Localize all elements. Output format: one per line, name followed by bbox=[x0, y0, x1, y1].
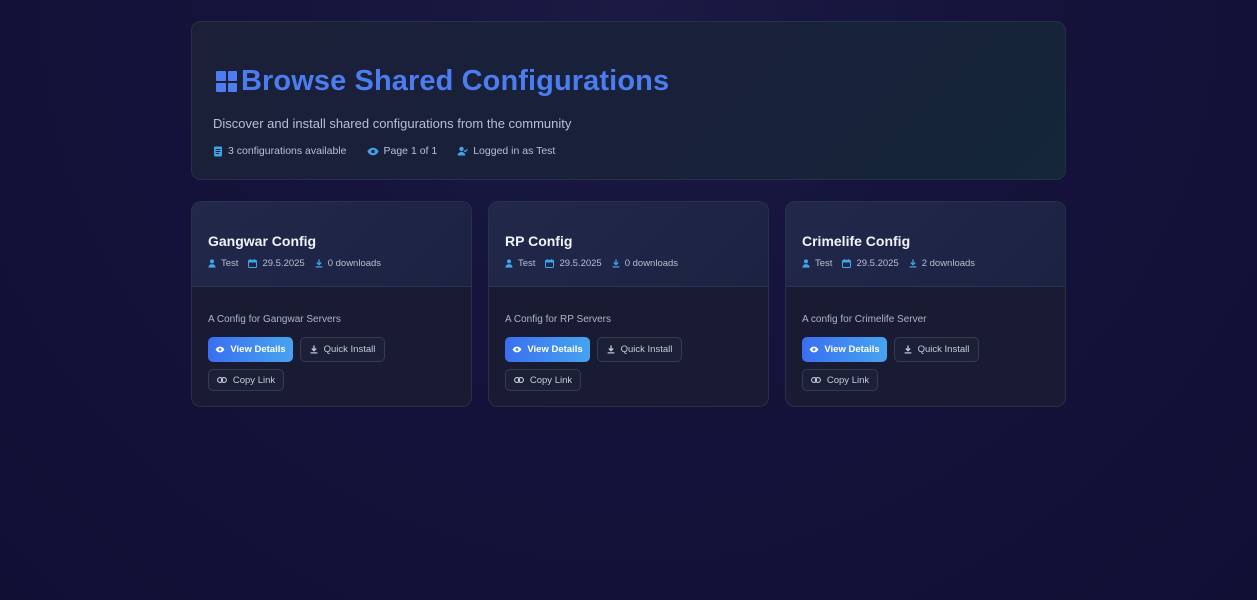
card-date: 29.5.2025 bbox=[842, 258, 899, 269]
card-downloads: 0 downloads bbox=[315, 258, 381, 269]
copy-link-button[interactable]: Copy Link bbox=[208, 369, 284, 391]
card-description: A Config for RP Servers bbox=[505, 314, 611, 325]
card-author-text: Test bbox=[221, 258, 239, 269]
card-date: 29.5.2025 bbox=[545, 258, 602, 269]
card-header: Gangwar Config Test 29.5.2025 0 download… bbox=[192, 202, 471, 287]
grid-icon bbox=[216, 71, 237, 92]
card-meta: Test 29.5.2025 0 downloads bbox=[505, 258, 678, 269]
copy-link-label: Copy Link bbox=[232, 374, 276, 386]
view-details-label: View Details bbox=[230, 344, 286, 355]
card-description: A config for Crimelife Server bbox=[802, 314, 927, 325]
view-details-button[interactable]: View Details bbox=[208, 337, 293, 362]
config-card: RP Config Test 29.5.2025 0 downloads A C… bbox=[488, 201, 769, 407]
card-header: Crimelife Config Test 29.5.2025 2 downlo… bbox=[786, 202, 1065, 287]
logged-in-user: Logged in as Test bbox=[457, 145, 555, 157]
quick-install-button[interactable]: Quick Install bbox=[894, 337, 979, 362]
calendar-icon bbox=[248, 259, 258, 268]
page-indicator: Page 1 of 1 bbox=[366, 145, 438, 157]
view-details-button[interactable]: View Details bbox=[505, 337, 590, 362]
card-meta: Test 29.5.2025 0 downloads bbox=[208, 258, 381, 269]
page-header: Browse Shared Configurations Discover an… bbox=[191, 21, 1066, 180]
config-count-text: 3 configurations available bbox=[228, 145, 347, 157]
header-meta: 3 configurations available Page 1 of 1 L… bbox=[213, 145, 555, 157]
page-title: Browse Shared Configurations bbox=[241, 65, 670, 97]
copy-link-button[interactable]: Copy Link bbox=[505, 369, 581, 391]
card-author-text: Test bbox=[518, 258, 536, 269]
page-title-row: Browse Shared Configurations bbox=[216, 65, 669, 98]
eye-icon bbox=[366, 147, 379, 156]
quick-install-button[interactable]: Quick Install bbox=[300, 337, 385, 362]
quick-install-button[interactable]: Quick Install bbox=[597, 337, 682, 362]
card-downloads: 0 downloads bbox=[612, 258, 678, 269]
page-indicator-text: Page 1 of 1 bbox=[383, 145, 438, 157]
download-icon bbox=[607, 345, 615, 354]
eye-icon bbox=[809, 346, 819, 353]
card-title[interactable]: Crimelife Config bbox=[802, 233, 910, 249]
config-card: Gangwar Config Test 29.5.2025 0 download… bbox=[191, 201, 472, 407]
document-icon bbox=[213, 146, 223, 157]
download-icon bbox=[612, 259, 620, 268]
card-title[interactable]: RP Config bbox=[505, 233, 572, 249]
download-icon bbox=[909, 259, 917, 268]
eye-icon bbox=[512, 346, 522, 353]
eye-icon bbox=[215, 346, 225, 353]
card-date-text: 29.5.2025 bbox=[262, 258, 305, 269]
user-check-icon bbox=[457, 146, 469, 156]
card-author: Test bbox=[505, 258, 535, 269]
user-icon bbox=[208, 259, 216, 268]
card-header: RP Config Test 29.5.2025 0 downloads bbox=[489, 202, 768, 287]
quick-install-label: Quick Install bbox=[620, 344, 673, 355]
calendar-icon bbox=[842, 259, 852, 268]
view-details-label: View Details bbox=[824, 344, 880, 355]
card-downloads-text: 0 downloads bbox=[327, 258, 382, 269]
card-author-text: Test bbox=[815, 258, 833, 269]
card-description: A Config for Gangwar Servers bbox=[208, 314, 341, 325]
link-icon bbox=[513, 377, 524, 383]
card-date: 29.5.2025 bbox=[248, 258, 305, 269]
card-body: A Config for Gangwar Servers View Detail… bbox=[192, 287, 471, 406]
user-icon bbox=[505, 259, 513, 268]
calendar-icon bbox=[545, 259, 555, 268]
card-body: A config for Crimelife Server View Detai… bbox=[786, 287, 1065, 406]
user-icon bbox=[802, 259, 810, 268]
card-title[interactable]: Gangwar Config bbox=[208, 233, 316, 249]
link-icon bbox=[216, 377, 227, 383]
view-details-label: View Details bbox=[527, 344, 583, 355]
logged-in-user-text: Logged in as Test bbox=[473, 145, 556, 157]
card-author: Test bbox=[802, 258, 832, 269]
config-card: Crimelife Config Test 29.5.2025 2 downlo… bbox=[785, 201, 1066, 407]
copy-link-button[interactable]: Copy Link bbox=[802, 369, 878, 391]
copy-link-label: Copy Link bbox=[529, 374, 573, 386]
card-downloads-text: 0 downloads bbox=[624, 258, 679, 269]
download-icon bbox=[310, 345, 318, 354]
card-downloads-text: 2 downloads bbox=[921, 258, 976, 269]
link-icon bbox=[810, 377, 821, 383]
card-date-text: 29.5.2025 bbox=[856, 258, 899, 269]
view-details-button[interactable]: View Details bbox=[802, 337, 887, 362]
card-downloads: 2 downloads bbox=[909, 258, 975, 269]
quick-install-label: Quick Install bbox=[917, 344, 970, 355]
download-icon bbox=[904, 345, 912, 354]
card-meta: Test 29.5.2025 2 downloads bbox=[802, 258, 975, 269]
quick-install-label: Quick Install bbox=[323, 344, 376, 355]
card-date-text: 29.5.2025 bbox=[559, 258, 602, 269]
copy-link-label: Copy Link bbox=[826, 374, 870, 386]
config-count: 3 configurations available bbox=[213, 145, 347, 157]
card-body: A Config for RP Servers View Details Qui… bbox=[489, 287, 768, 406]
page-subtitle: Discover and install shared configuratio… bbox=[213, 116, 572, 131]
card-author: Test bbox=[208, 258, 238, 269]
download-icon bbox=[315, 259, 323, 268]
